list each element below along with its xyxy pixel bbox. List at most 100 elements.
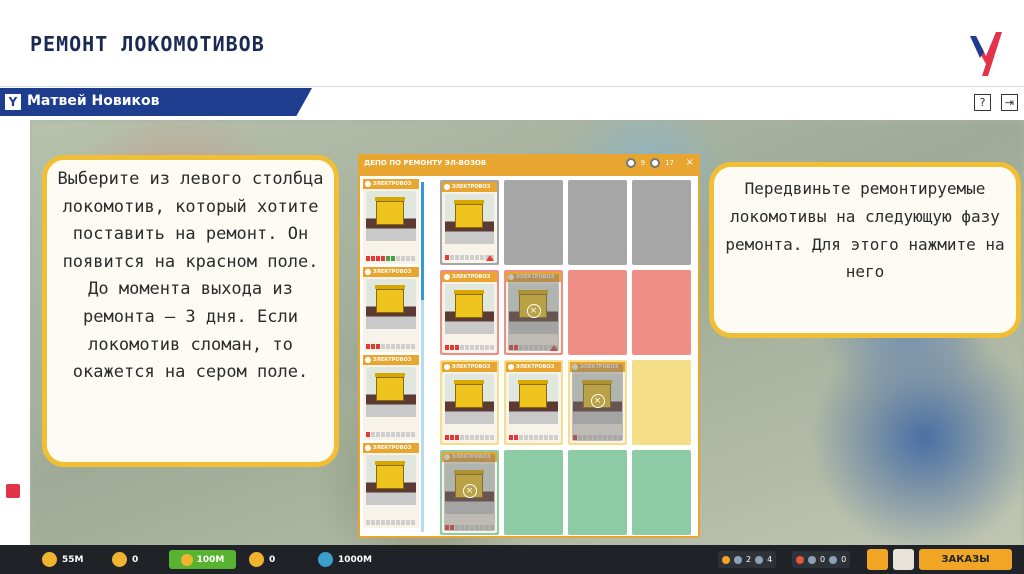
- train-icon: [375, 285, 405, 313]
- side-badge-icon[interactable]: [6, 484, 20, 498]
- train-icon: [454, 200, 484, 228]
- clock-icon: [249, 552, 264, 567]
- passengers-resource: 1000M: [318, 552, 372, 567]
- train-icon: [375, 373, 405, 401]
- locomotive-image: [445, 284, 494, 334]
- close-circle-icon: ×: [526, 303, 541, 318]
- condition-bar: [509, 435, 558, 440]
- card-label: ЭЛЕКТРОВОЗ: [373, 357, 412, 363]
- resource-2: 0: [112, 552, 138, 567]
- repair-grid: ЭЛЕКТРОВОЗ ЭЛЕКТРОВОЗ ЭЛЕКТРОВОЗ × ЭЛЕКТРОВО…: [440, 180, 695, 535]
- card-label: ЭЛЕКТРОВОЗ: [373, 445, 412, 451]
- locomotive-image: [366, 367, 416, 417]
- condition-bar: [366, 432, 415, 437]
- card-label: ЭЛЕКТРОВОЗ: [373, 181, 412, 187]
- card-header: ЭЛЕКТРОВОЗ: [363, 179, 419, 189]
- pencil-button[interactable]: [893, 549, 914, 570]
- condition-bar: [366, 256, 415, 261]
- scrollbar-thumb[interactable]: [421, 182, 424, 300]
- coin-icon: [42, 552, 57, 567]
- status-dot-icon: [829, 555, 838, 564]
- wrench-icon: [112, 552, 127, 567]
- repair-slot-gray[interactable]: [504, 180, 563, 265]
- locomotive-card[interactable]: ЭЛЕКТРОВОЗ ×: [570, 362, 625, 443]
- list-item[interactable]: ЭЛЕКТРОВОЗ: [363, 179, 419, 264]
- orders-button[interactable]: ЗАКАЗЫ: [919, 549, 1012, 570]
- locomotive-card[interactable]: ЭЛЕКТРОВОЗ: [363, 179, 419, 264]
- info-icon: [444, 184, 450, 190]
- status-group-2-a: 0: [820, 555, 826, 564]
- status-dot-icon: [755, 555, 764, 564]
- locomotive-card[interactable]: ЭЛЕКТРОВОЗ: [363, 267, 419, 352]
- list-item[interactable]: ЭЛЕКТРОВОЗ: [363, 443, 419, 528]
- close-icon[interactable]: ×: [686, 157, 694, 168]
- condition-bar: [445, 435, 494, 440]
- locomotive-card[interactable]: ЭЛЕКТРОВОЗ: [442, 182, 497, 263]
- list-item[interactable]: ЭЛЕКТРОВОЗ: [363, 267, 419, 352]
- repair-slot-yellow[interactable]: ЭЛЕКТРОВОЗ ×: [568, 360, 627, 445]
- locomotive-card[interactable]: ЭЛЕКТРОВОЗ: [506, 362, 561, 443]
- brand-logo-icon: [970, 32, 1002, 76]
- locomotive-image: [445, 374, 494, 424]
- repair-slot-green[interactable]: [504, 450, 563, 535]
- exit-icon[interactable]: ⇥: [1001, 94, 1018, 111]
- train-icon: [375, 461, 405, 489]
- repair-slot-red[interactable]: ЭЛЕКТРОВОЗ ×: [504, 270, 563, 355]
- status-group-1[interactable]: 2 4: [718, 551, 777, 568]
- repair-slot-red[interactable]: ЭЛЕКТРОВОЗ: [440, 270, 499, 355]
- broken-overlay: ×: [444, 454, 495, 531]
- status-group-1-a: 2: [746, 555, 752, 564]
- panel-stat-1: 9: [640, 159, 646, 167]
- help-icon[interactable]: ?: [974, 94, 991, 111]
- resource-2-value: 0: [132, 554, 139, 565]
- instruction-bubble-right: Передвиньте ремонтируемые локомотивы на …: [709, 162, 1021, 338]
- info-icon: [508, 364, 514, 370]
- panel-header: ДЕПО ПО РЕМОНТУ ЭЛ-ВОЗОВ 9 17 ×: [358, 154, 700, 174]
- locomotive-card[interactable]: ЭЛЕКТРОВОЗ: [363, 443, 419, 528]
- repair-slot-yellow[interactable]: ЭЛЕКТРОВОЗ: [440, 360, 499, 445]
- repair-slot-gray[interactable]: [568, 180, 627, 265]
- resource-4: 0: [249, 552, 275, 567]
- card-label: ЭЛЕКТРОВОЗ: [516, 364, 555, 370]
- card-label: ЭЛЕКТРОВОЗ: [452, 184, 491, 190]
- locomotive-card[interactable]: ЭЛЕКТРОВОЗ: [442, 272, 497, 353]
- card-header: ЭЛЕКТРОВОЗ: [442, 272, 497, 282]
- locomotive-card[interactable]: ЭЛЕКТРОВОЗ ×: [506, 272, 561, 353]
- gear-icon: [650, 158, 661, 168]
- locomotive-card[interactable]: ЭЛЕКТРОВОЗ: [363, 355, 419, 440]
- passengers-value: 1000M: [338, 554, 373, 565]
- train-icon: [375, 197, 405, 225]
- panel-body: ЭЛЕКТРОВОЗ ЭЛЕКТРОВОЗ ЭЛЕКТРОВОЗ ЭЛЕКТРОВОЗ…: [360, 176, 698, 536]
- status-group-1-b: 4: [767, 555, 773, 564]
- repair-slot-red[interactable]: [632, 270, 691, 355]
- people-icon: [318, 552, 333, 567]
- repair-slot-yellow[interactable]: ЭЛЕКТРОВОЗ: [504, 360, 563, 445]
- gear-icon: [625, 158, 636, 168]
- repair-slot-red[interactable]: [568, 270, 627, 355]
- broken-overlay: ×: [508, 274, 559, 351]
- card-header: ЭЛЕКТРОВОЗ: [506, 362, 561, 372]
- status-group-2[interactable]: 0 0: [792, 551, 851, 568]
- header-divider: [0, 86, 1024, 87]
- list-item[interactable]: ЭЛЕКТРОВОЗ: [363, 355, 419, 440]
- locomotive-card[interactable]: ЭЛЕКТРОВОЗ ×: [442, 452, 497, 533]
- repair-slot-gray[interactable]: [632, 180, 691, 265]
- repair-slot-green[interactable]: ЭЛЕКТРОВОЗ ×: [440, 450, 499, 535]
- flame-icon: [722, 555, 730, 564]
- info-icon: [444, 364, 450, 370]
- repair-slot-green[interactable]: [632, 450, 691, 535]
- card-label: ЭЛЕКТРОВОЗ: [452, 274, 491, 280]
- instruction-bubble-left: Выберите из левого столбца локомотив, ко…: [42, 155, 339, 467]
- stats-button[interactable]: [867, 549, 888, 570]
- repair-slot-gray[interactable]: ЭЛЕКТРОВОЗ: [440, 180, 499, 265]
- alert-icon: [796, 555, 804, 564]
- info-icon: [365, 357, 371, 363]
- repair-slot-green[interactable]: [568, 450, 627, 535]
- locomotive-image: [366, 279, 416, 329]
- green-resource-button[interactable]: 100M: [169, 550, 236, 569]
- locomotive-card[interactable]: ЭЛЕКТРОВОЗ: [442, 362, 497, 443]
- card-label: ЭЛЕКТРОВОЗ: [452, 364, 491, 370]
- train-icon: [518, 380, 548, 408]
- bottom-resource-bar: 55M 0 100M 0 1000M 2 4 0 0 ЗАКАЗЫ: [0, 545, 1024, 574]
- repair-slot-yellow[interactable]: [632, 360, 691, 445]
